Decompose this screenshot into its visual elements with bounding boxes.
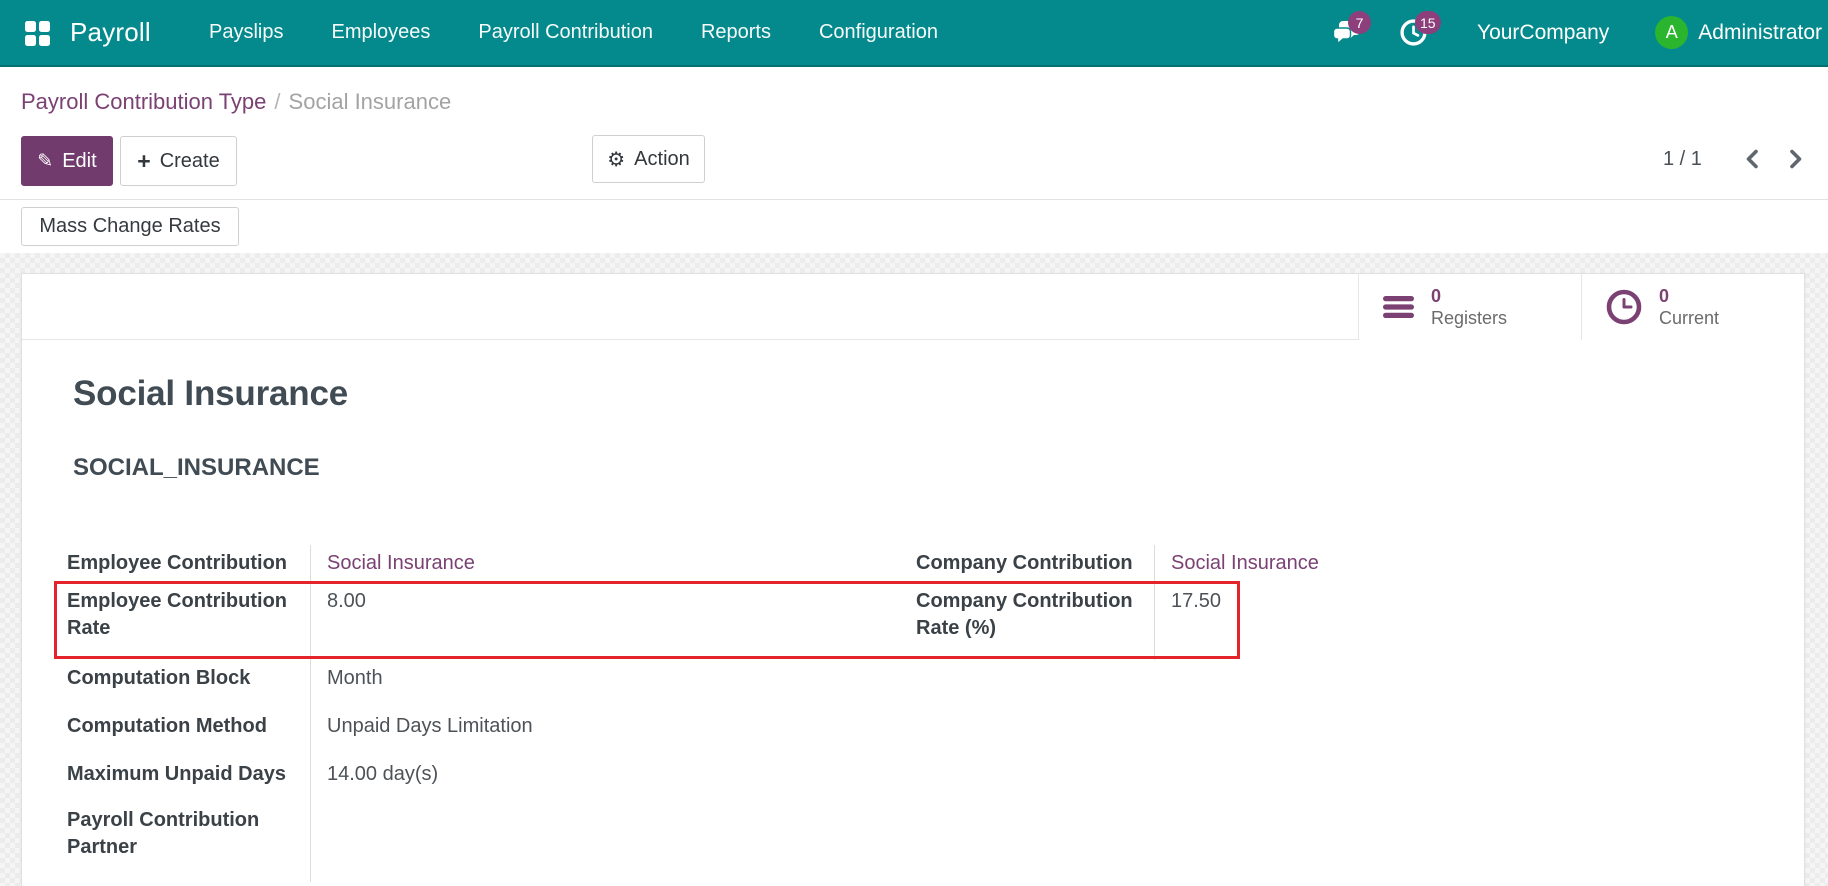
record-code: SOCIAL_INSURANCE: [73, 452, 320, 484]
content-background: 0 Registers 0 Current Social Insurance: [0, 253, 1828, 886]
field-row-employee-contribution: Employee ContributionSocial Insurance: [67, 545, 891, 583]
form-right-column: Company ContributionSocial InsuranceComp…: [916, 545, 1804, 660]
field-label: Computation Block: [67, 660, 311, 708]
current-count: 0: [1659, 285, 1719, 307]
control-panel-buttons: ✎ Edit + Create: [21, 136, 237, 186]
menu-item-payroll-contribution[interactable]: Payroll Contribution: [478, 21, 653, 44]
create-button-label: Create: [160, 150, 220, 173]
messages-badge: 7: [1348, 11, 1371, 34]
secondary-action-bar: Mass Change Rates: [0, 200, 1828, 253]
field-row-company-contribution: Company ContributionSocial Insurance: [916, 545, 1804, 583]
breadcrumb-parent[interactable]: Payroll Contribution Type: [21, 89, 266, 114]
registers-count: 0: [1431, 285, 1507, 307]
field-value: 14.00 day(s): [311, 756, 891, 802]
company-switcher[interactable]: YourCompany: [1477, 21, 1609, 45]
menu-item-configuration[interactable]: Configuration: [819, 21, 938, 44]
breadcrumb-separator: /: [274, 89, 280, 114]
registers-stat-button[interactable]: 0 Registers: [1358, 274, 1581, 340]
activities-badge: 15: [1415, 11, 1441, 34]
field-value: Unpaid Days Limitation: [311, 708, 891, 756]
field-row-company-contribution-rate: Company Contribution Rate (%)17.50: [916, 583, 1804, 660]
pager-next-button[interactable]: [1788, 148, 1804, 170]
messages-button[interactable]: 7: [1333, 19, 1360, 46]
stat-text: 0 Registers: [1431, 285, 1507, 329]
user-menu[interactable]: A Administrator: [1655, 16, 1822, 49]
activities-button[interactable]: 15: [1400, 19, 1427, 46]
create-button[interactable]: + Create: [120, 136, 237, 186]
field-label: Company Contribution Rate (%): [916, 583, 1155, 660]
chevron-right-icon: [1788, 148, 1804, 170]
field-row-computation-block: Computation BlockMonth: [67, 660, 891, 708]
clock-icon: [1606, 289, 1642, 325]
field-label: Maximum Unpaid Days: [67, 756, 311, 802]
field-row-maximum-unpaid-days: Maximum Unpaid Days14.00 day(s): [67, 756, 891, 802]
plus-icon: +: [137, 151, 150, 171]
field-label: Company Contribution: [916, 545, 1155, 583]
field-value: [311, 802, 891, 882]
topbar-right-cluster: 7 15 YourCompany A Administrator: [1333, 0, 1822, 65]
record-form-card: 0 Registers 0 Current Social Insurance: [21, 273, 1805, 886]
edit-button-label: Edit: [62, 150, 96, 173]
registers-label: Registers: [1431, 307, 1507, 329]
field-row-employee-contribution-rate: Employee Contribution Rate8.00: [67, 583, 891, 660]
top-navbar: Payroll Payslips Employees Payroll Contrib…: [0, 0, 1828, 67]
field-label: Employee Contribution Rate: [67, 583, 311, 660]
field-value[interactable]: Social Insurance: [311, 545, 891, 583]
field-value[interactable]: Social Insurance: [1155, 545, 1804, 583]
field-value: 8.00: [311, 583, 891, 660]
field-label: Payroll Contribution Partner: [67, 802, 311, 882]
user-name: Administrator: [1698, 21, 1822, 45]
pencil-icon: ✎: [37, 150, 53, 173]
breadcrumb: Payroll Contribution Type / Social Insuran…: [21, 89, 451, 115]
gear-icon: ⚙: [607, 147, 625, 172]
edit-button[interactable]: ✎ Edit: [21, 136, 113, 186]
action-button-label: Action: [634, 148, 690, 171]
list-icon: [1383, 295, 1414, 319]
pager: 1 / 1: [1663, 135, 1804, 183]
current-stat-button[interactable]: 0 Current: [1581, 274, 1804, 340]
stat-text: 0 Current: [1659, 285, 1719, 329]
avatar: A: [1655, 16, 1688, 49]
form-left-column: Employee ContributionSocial InsuranceEmp…: [67, 545, 891, 882]
stat-button-box: 0 Registers 0 Current: [22, 274, 1804, 340]
field-row-computation-method: Computation MethodUnpaid Days Limitation: [67, 708, 891, 756]
menu-item-reports[interactable]: Reports: [701, 21, 771, 44]
app-menu: Payslips Employees Payroll Contribution Rep…: [209, 0, 938, 65]
pager-value: 1 / 1: [1663, 148, 1702, 171]
breadcrumb-current: Social Insurance: [289, 89, 452, 114]
record-title: Social Insurance: [73, 372, 348, 416]
app-title[interactable]: Payroll: [70, 0, 151, 65]
action-button[interactable]: ⚙ Action: [592, 135, 705, 183]
field-value: 17.50: [1155, 583, 1804, 660]
chevron-left-icon: [1744, 148, 1760, 170]
current-label: Current: [1659, 307, 1719, 329]
pager-previous-button[interactable]: [1744, 148, 1760, 170]
apps-menu-icon[interactable]: [25, 21, 51, 47]
field-row-payroll-contribution-partner: Payroll Contribution Partner: [67, 802, 891, 882]
field-label: Computation Method: [67, 708, 311, 756]
field-label: Employee Contribution: [67, 545, 311, 583]
payroll-app-window: Payroll Payslips Employees Payroll Contrib…: [0, 0, 1828, 886]
menu-item-payslips[interactable]: Payslips: [209, 21, 283, 44]
field-value: Month: [311, 660, 891, 708]
menu-item-employees[interactable]: Employees: [331, 21, 430, 44]
control-panel: Payroll Contribution Type / Social Insuran…: [0, 67, 1828, 200]
mass-change-rates-button[interactable]: Mass Change Rates: [21, 207, 239, 246]
